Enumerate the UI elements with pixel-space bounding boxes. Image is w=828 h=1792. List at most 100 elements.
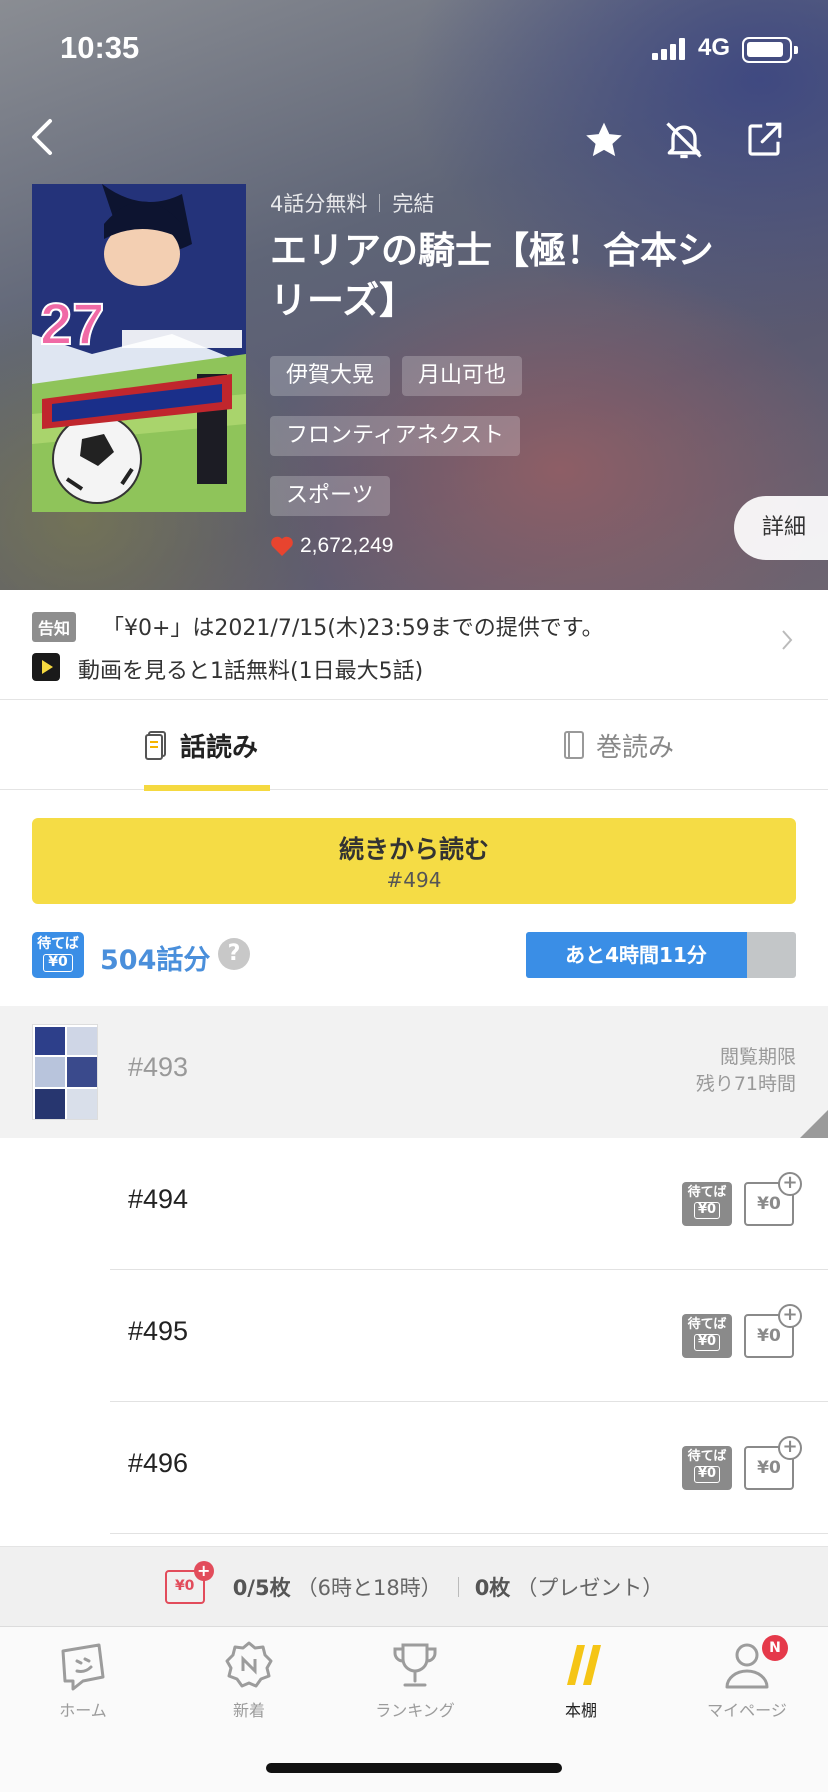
nav-new[interactable]: 新着 [166, 1637, 332, 1737]
status-time: 10:35 [60, 30, 140, 65]
bottom-tab-bar: ホーム 新着 ランキング 本棚 マイページ N [0, 1626, 828, 1792]
ticket-times: （6時と18時） [296, 1575, 442, 1600]
nav-new-label: 新着 [232, 1701, 265, 1720]
publisher-tag[interactable]: フロンティアネクスト [270, 416, 521, 456]
video-play-icon [32, 653, 60, 681]
nav-bookshelf-label: 本棚 [564, 1701, 597, 1720]
nav-mypage[interactable]: マイページ N [664, 1635, 828, 1737]
wait-free-row: 待てば ¥0 504話分 ? あと4時間11分 [32, 930, 796, 978]
status-bar: 10:35 4G [0, 0, 828, 100]
zero-ticket-plus: + [193, 1560, 214, 1581]
help-icon[interactable]: ? [218, 938, 250, 970]
wait-timer: あと4時間11分 [526, 932, 796, 978]
notification-button[interactable] [658, 114, 710, 166]
hero-header: 10:35 4G 27 4話分無料 完結 エリアの騎士【極！合本シリーズ】 伊賀… [0, 0, 828, 590]
wait-free-badge: 待てば ¥0 [682, 1314, 732, 1358]
meta-separator [379, 194, 381, 212]
wait-free-badge-price: ¥0 [43, 954, 73, 972]
wait-free-badge-top: 待てば [687, 1449, 727, 1464]
notice-banner[interactable]: 告知 「¥0+」は2021/7/15(木)23:59までの提供です。 動画を見る… [0, 590, 828, 700]
home-indicator [266, 1763, 562, 1773]
row-divider [110, 1533, 828, 1534]
work-title: エリアの騎士【極！合本シリーズ】 [270, 229, 714, 322]
zero-ticket-icon: ¥0 + [164, 1560, 214, 1604]
wait-free-badge: 待てば ¥0 [32, 932, 84, 978]
tab-volume-label: 巻読み [596, 732, 675, 763]
continue-label: 続きから読む [338, 835, 489, 864]
ticket-count: 0/5枚 [232, 1575, 291, 1600]
nav-home[interactable]: ホーム [0, 1637, 166, 1737]
present-count: 0枚 [474, 1575, 511, 1600]
cover-artwork: 27 [32, 184, 246, 512]
author-tag[interactable]: 伊賀大晃 [270, 356, 391, 396]
episode-row-495[interactable]: #495 待てば ¥0 ¥0 + [0, 1270, 828, 1402]
episode-number: #495 [128, 1316, 189, 1346]
notification-badge: N [762, 1635, 788, 1661]
tab-episode-label: 話読み [180, 732, 259, 763]
episode-row-494[interactable]: #494 待てば ¥0 ¥0 + [0, 1138, 828, 1270]
zero-ticket-label: ¥0 [174, 1577, 195, 1594]
wait-free-badge-price: ¥0 [693, 1202, 721, 1219]
episode-list: #493 閲覧期限 残り71時間 #494 待てば ¥0 ¥0 + #495 待… [0, 1006, 828, 1534]
share-icon [748, 122, 782, 156]
episode-row-496[interactable]: #496 待てば ¥0 ¥0 + [0, 1402, 828, 1534]
tab-episode-read[interactable]: 話読み [144, 700, 270, 791]
nav-mypage-label: マイページ [707, 1701, 787, 1720]
ticket-separator [457, 1576, 459, 1597]
trophy-icon [393, 1643, 437, 1687]
episode-expiry-remaining: 残り71時間 [695, 1072, 796, 1095]
episode-expiry-label: 閲覧期限 [719, 1046, 796, 1068]
network-type: 4G [698, 34, 731, 61]
episode-number: #493 [128, 1052, 189, 1082]
home-icon [61, 1643, 105, 1691]
new-icon [225, 1641, 273, 1688]
wait-timer-text: あと4時間11分 [565, 943, 707, 967]
wait-free-badge-price: ¥0 [693, 1466, 721, 1483]
detail-button[interactable]: 詳細 [734, 496, 828, 560]
chevron-left-icon [32, 119, 52, 155]
bell-off-icon [666, 122, 702, 159]
wait-free-badge: 待てば ¥0 [682, 1446, 732, 1490]
continue-episode: #494 [386, 868, 442, 892]
work-meta: 4話分無料 完結 [270, 188, 434, 218]
tab-volume-read[interactable]: 巻読み [562, 700, 674, 790]
episode-expiry: 閲覧期限 残り71時間 [696, 1044, 796, 1097]
episode-number: #494 [128, 1184, 189, 1214]
episode-row-493[interactable]: #493 閲覧期限 残り71時間 [0, 1006, 828, 1138]
wait-free-badge-top: 待てば [687, 1317, 727, 1332]
favorite-button[interactable] [578, 114, 630, 166]
plus-icon: + [778, 1304, 802, 1328]
artist-tag[interactable]: 月山可也 [402, 356, 523, 396]
back-button[interactable] [18, 112, 68, 162]
star-icon [586, 122, 622, 157]
read-corner-marker [800, 1110, 828, 1138]
chevron-right-icon [782, 630, 793, 650]
wait-free-badge-top: 待てば [687, 1185, 727, 1200]
notice-badge: 告知 [32, 612, 77, 642]
share-button[interactable] [738, 114, 790, 166]
nav-ranking-label: ランキング [375, 1701, 455, 1720]
video-offer-text: 動画を見ると1話無料(1日最大5話) [78, 659, 424, 684]
nav-home-label: ホーム [59, 1701, 107, 1720]
completion-status: 完結 [392, 192, 435, 216]
episode-doc-icon [145, 731, 166, 760]
wait-free-badge: 待てば ¥0 [682, 1182, 732, 1226]
signal-icon [652, 38, 688, 60]
likes-count: 2,672,249 [270, 534, 393, 558]
cover-image[interactable]: 27 [32, 184, 246, 512]
episode-number: #496 [128, 1448, 189, 1478]
notice-text: 「¥0+」は2021/7/15(木)23:59までの提供です。 [102, 616, 604, 641]
nav-bookshelf[interactable]: 本棚 [498, 1637, 664, 1737]
genre-tag[interactable]: スポーツ [270, 476, 390, 516]
bookshelf-icon [567, 1645, 601, 1685]
heart-icon [271, 536, 293, 556]
continue-reading-button[interactable]: 続きから読む #494 [32, 818, 796, 904]
book-icon [564, 731, 584, 759]
battery-icon [742, 37, 798, 63]
ticket-bar[interactable]: ¥0 + 0/5枚 （6時と18時） 0枚 （プレゼント） [0, 1546, 828, 1626]
cover-volume-number: 27 [40, 292, 105, 357]
nav-ranking[interactable]: ランキング [332, 1637, 498, 1737]
read-mode-tabs: 話読み 巻読み [0, 700, 828, 791]
plus-icon: + [778, 1172, 802, 1196]
present-label: （プレゼント） [516, 1575, 664, 1600]
